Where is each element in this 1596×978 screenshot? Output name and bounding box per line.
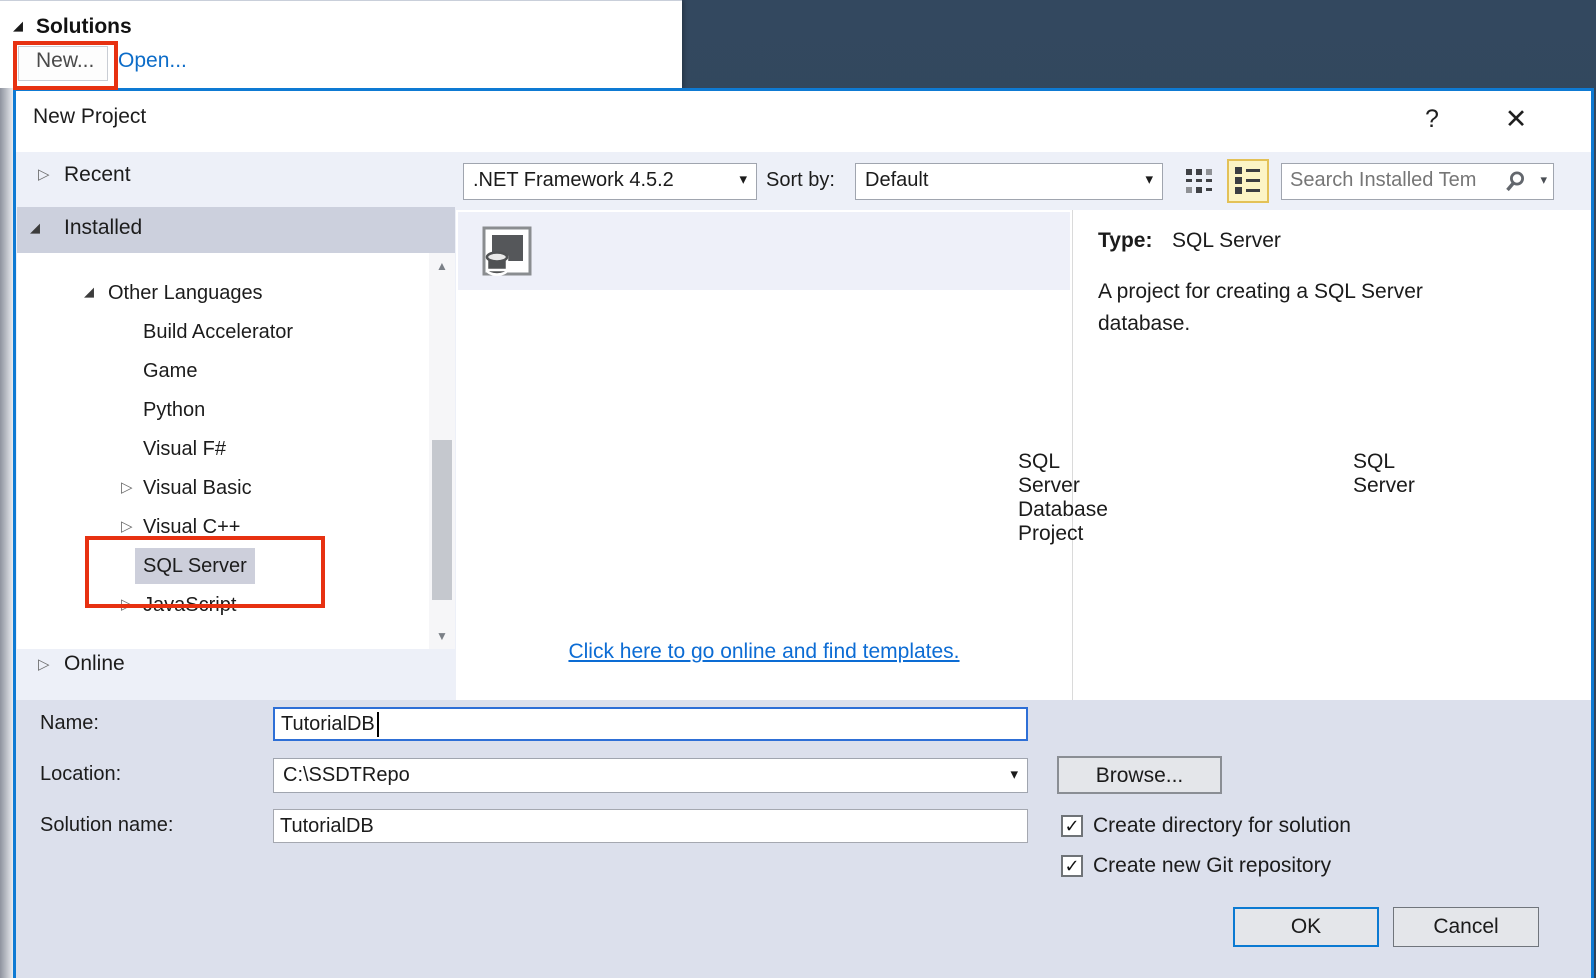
online-templates-link-row: Click here to go online and find templat… <box>456 640 1072 664</box>
location-value: C:\SSDTRepo <box>283 764 410 786</box>
dialog-title: New Project <box>33 105 147 128</box>
sort-by-label: Sort by: <box>766 169 835 191</box>
scroll-down-icon[interactable]: ▼ <box>429 629 455 643</box>
name-input[interactable] <box>275 709 1038 739</box>
tree-item-python[interactable]: Python <box>17 392 455 428</box>
sql-database-project-icon <box>482 226 532 276</box>
search-placeholder: Search Installed Templates <box>1290 169 1476 191</box>
open-solution-link[interactable]: Open... <box>118 49 187 73</box>
tree-item-build-accelerator[interactable]: Build Accelerator <box>17 314 455 350</box>
name-label: Name: <box>40 712 99 734</box>
tree-item-other-languages[interactable]: ◢ Other Languages <box>17 275 455 311</box>
chevron-right-icon[interactable]: ▷ <box>121 470 133 506</box>
search-input[interactable]: Search Installed Templates ▾ <box>1281 163 1554 200</box>
sort-dropdown[interactable]: Default ▾ <box>855 163 1163 200</box>
chevron-down-icon: ▾ <box>1145 171 1153 188</box>
cancel-button[interactable]: Cancel <box>1393 907 1539 947</box>
expander-down-icon[interactable]: ◢ <box>30 220 40 236</box>
name-field-wrap <box>273 707 1038 741</box>
chevron-down-icon: ▾ <box>739 171 747 188</box>
list-view-button[interactable] <box>1227 159 1269 203</box>
window-edge <box>0 88 13 978</box>
tree-item-label: Visual Basic <box>143 477 252 499</box>
chevron-right-icon[interactable]: ▷ <box>38 165 50 183</box>
chevron-right-icon[interactable]: ▷ <box>38 655 50 673</box>
nav-installed: Installed <box>64 216 143 239</box>
template-description: A project for creating a SQL Server data… <box>1098 280 1423 335</box>
small-icons-view-button[interactable] <box>1185 168 1215 195</box>
tree-item-game[interactable]: Game <box>17 353 455 389</box>
expander-down-icon[interactable]: ◢ <box>13 18 23 34</box>
scrollbar-thumb[interactable] <box>432 440 452 600</box>
close-icon[interactable]: ✕ <box>1494 97 1538 141</box>
tree-item-label: Other Languages <box>108 282 263 304</box>
dialog-titlebar <box>16 91 1591 152</box>
tree-scrollbar[interactable]: ▲ ▼ <box>429 253 455 649</box>
text-caret <box>377 712 379 737</box>
help-icon[interactable]: ? <box>1412 99 1452 139</box>
ok-button[interactable]: OK <box>1233 907 1379 947</box>
tree-item-label: Python <box>143 399 206 421</box>
scroll-up-icon[interactable]: ▲ <box>429 259 455 273</box>
checkbox-create-directory-label[interactable]: Create directory for solution <box>1093 814 1351 838</box>
checkbox-create-git-repo[interactable]: ✓ <box>1061 855 1083 877</box>
template-item-sql-server-database-project[interactable]: SQL Server Database Project SQL Server <box>458 212 1415 545</box>
template-language: SQL Server <box>1353 450 1415 497</box>
framework-dropdown[interactable]: .NET Framework 4.5.2 ▾ <box>463 163 757 200</box>
annotation-red-box-sql-server <box>85 536 325 608</box>
chevron-down-icon[interactable]: ▾ <box>1540 172 1547 188</box>
nav-online[interactable]: Online <box>64 652 125 676</box>
solutions-heading: Solutions <box>36 15 132 38</box>
solution-name-label: Solution name: <box>40 814 174 836</box>
browse-button[interactable]: Browse... <box>1057 756 1222 794</box>
solution-name-input[interactable] <box>274 810 1039 842</box>
tree-item-label: Visual F# <box>143 438 227 460</box>
tree-item-label: Build Accelerator <box>143 321 294 343</box>
check-icon: ✓ <box>1064 816 1080 836</box>
type-value: SQL Server <box>1172 229 1281 252</box>
type-label: Type: <box>1098 229 1153 252</box>
tree-item-visual-fsharp[interactable]: Visual F# <box>17 431 455 467</box>
tree-item-visual-basic[interactable]: ▷ Visual Basic <box>17 470 455 506</box>
ok-button-label: OK <box>1290 915 1322 938</box>
location-dropdown[interactable]: C:\SSDTRepo ▾ <box>273 758 1028 793</box>
grid-view-icon <box>1186 169 1212 193</box>
nav-installed-row[interactable]: ◢ Installed <box>17 207 455 253</box>
search-icon[interactable] <box>1503 170 1527 194</box>
screen: ◢ Solutions New... Open... New Project ?… <box>0 0 1596 978</box>
browse-button-label: Browse... <box>1095 764 1184 787</box>
check-icon: ✓ <box>1064 856 1080 876</box>
annotation-red-box-new <box>13 41 118 90</box>
location-label: Location: <box>40 763 122 785</box>
framework-value: .NET Framework 4.5.2 <box>473 169 674 191</box>
template-name: SQL Server Database Project <box>1018 450 1108 545</box>
cancel-button-label: Cancel <box>1433 915 1499 938</box>
go-online-link[interactable]: Click here to go online and find templat… <box>568 640 959 663</box>
checkbox-create-git-repo-label[interactable]: Create new Git repository <box>1093 854 1331 878</box>
nav-recent[interactable]: Recent <box>64 163 131 187</box>
solution-name-field-wrap <box>273 809 1039 843</box>
tree-item-label: Game <box>143 360 198 382</box>
sort-value: Default <box>865 169 929 191</box>
expander-down-icon[interactable]: ◢ <box>84 274 94 310</box>
list-view-icon <box>1235 167 1260 194</box>
chevron-down-icon[interactable]: ▾ <box>1010 765 1018 783</box>
checkbox-create-directory[interactable]: ✓ <box>1061 815 1083 837</box>
